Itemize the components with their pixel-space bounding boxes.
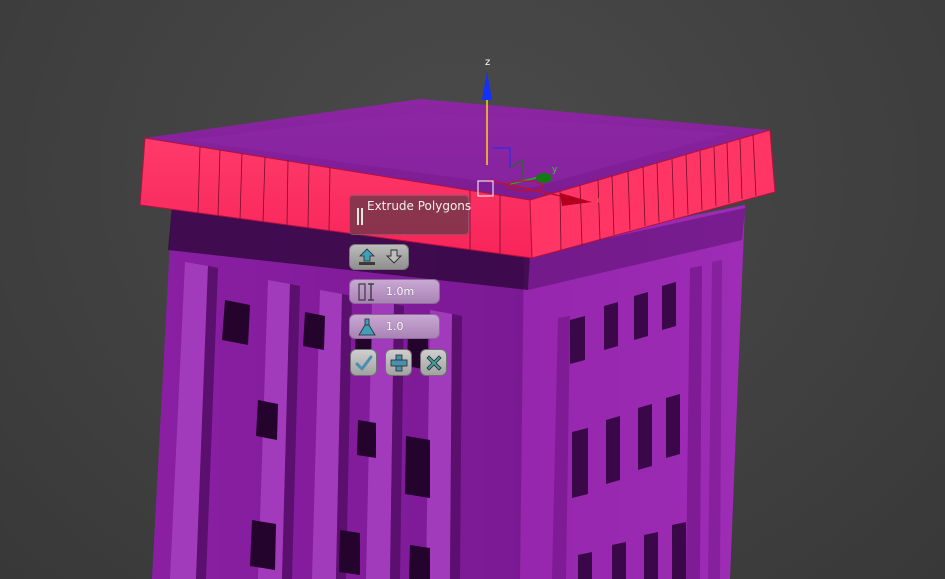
gizmo-y-label: y [552, 165, 558, 175]
checkmark-icon [355, 355, 373, 371]
height-value[interactable]: 1.0m [386, 285, 414, 298]
caddy-title-panel[interactable]: Extrude Polygons [349, 195, 472, 235]
height-icon [358, 283, 374, 301]
height-spinner[interactable]: 1.0m [349, 279, 440, 304]
caddy-drag-handle-icon[interactable] [357, 208, 363, 225]
caddy-title: Extrude Polygons [367, 199, 472, 213]
bias-spinner[interactable]: 1.0 [349, 314, 440, 339]
gizmo-z-arrow [482, 72, 492, 100]
flask-icon [358, 318, 376, 336]
extrusion-type-selector[interactable] [349, 244, 409, 270]
extrude-down-icon [385, 249, 403, 264]
extrude-group-icon [359, 248, 375, 265]
gizmo-x-label: x [595, 195, 601, 206]
perspective-viewport[interactable]: z x y Extrude Polygons 1.0m 1.0 [0, 0, 945, 579]
cancel-button[interactable] [420, 349, 447, 376]
plus-icon [390, 354, 408, 372]
apply-button[interactable] [385, 349, 412, 376]
gizmo-y-arrow [536, 173, 552, 183]
gizmo-z-label: z [485, 57, 490, 68]
bias-value[interactable]: 1.0 [386, 320, 404, 333]
building-model[interactable]: z x y [0, 0, 945, 579]
ok-button[interactable] [350, 349, 377, 376]
x-icon [426, 355, 442, 371]
